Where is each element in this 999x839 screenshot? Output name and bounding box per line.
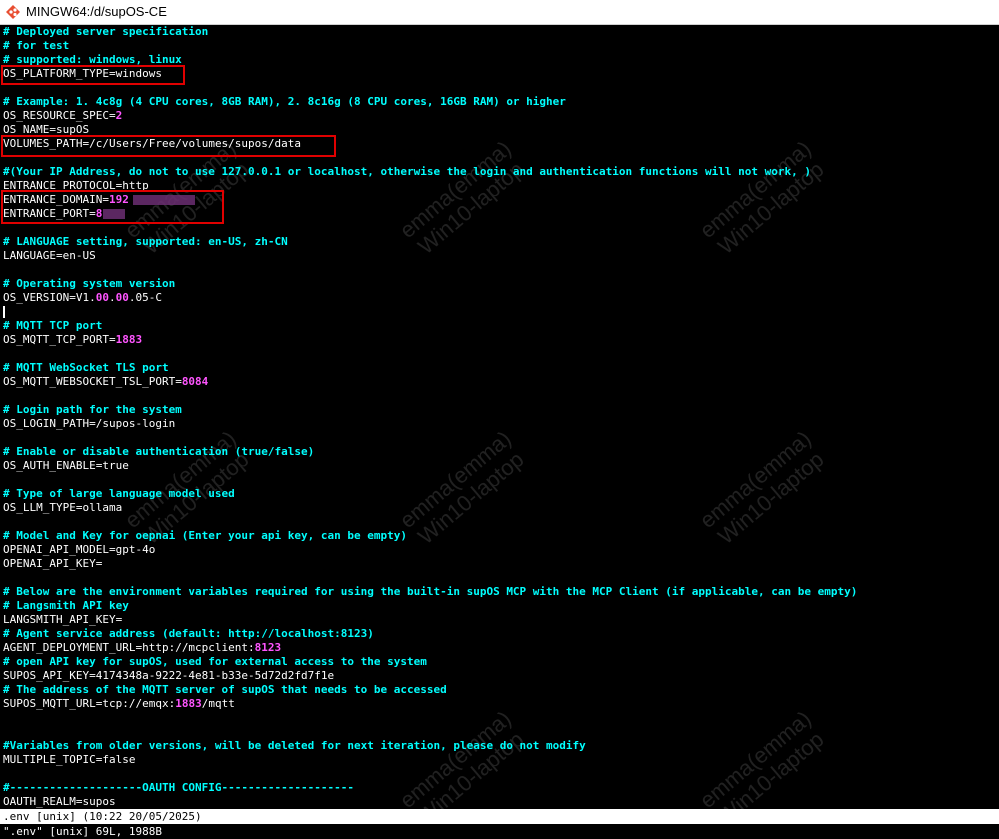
comment-line: #(Your IP Address, do not to use 127.0.0…	[3, 165, 811, 178]
comment-line: #--------------------OAUTH CONFIG-------…	[3, 781, 354, 794]
message-line: ".env" [unix] 69L, 1988B	[0, 824, 999, 839]
env-line-oauth-realm: OAUTH_REALM=supos	[3, 795, 116, 808]
comment-line: # The address of the MQTT server of supO…	[3, 683, 447, 696]
comment-line: # Langsmith API key	[3, 599, 129, 612]
env-line-language: LANGUAGE=en-US	[3, 249, 96, 262]
watermark: emma(emma) Win10-laptop	[694, 135, 829, 260]
highlight-box-platform	[1, 65, 185, 85]
env-line-os-resource-spec: OS_RESOURCE_SPEC=2	[3, 109, 123, 122]
env-line-os-auth-enable: OS_AUTH_ENABLE=true	[3, 459, 129, 472]
env-line-os-version: OS_VERSION=V1.00.00.05-C	[3, 291, 162, 304]
highlight-box-entrance	[1, 190, 224, 224]
git-bash-icon	[6, 5, 20, 19]
comment-line: # Model and Key for oepnai (Enter your a…	[3, 529, 407, 542]
comment-line: # Operating system version	[3, 277, 176, 290]
comment-line: # Below are the environment variables re…	[3, 585, 858, 598]
watermark: emma(emma) Win10-laptop	[394, 705, 529, 809]
comment-line: # Enable or disable authentication (true…	[3, 445, 315, 458]
env-line-langsmith-api-key: LANGSMITH_API_KEY=	[3, 613, 123, 626]
env-line-openai-api-model: OPENAI_API_MODEL=gpt-4o	[3, 543, 156, 556]
comment-line: #Variables from older versions, will be …	[3, 739, 586, 752]
comment-line: # Agent service address (default: http:/…	[3, 627, 374, 640]
terminal-editor[interactable]: emma(emma) Win10-laptop emma(emma) Win10…	[0, 25, 999, 809]
env-line-os-login-path: OS_LOGIN_PATH=/supos-login	[3, 417, 176, 430]
comment-line: # Login path for the system	[3, 403, 182, 416]
comment-line: # Type of large language model used	[3, 487, 235, 500]
status-line: .env [unix] (10:22 20/05/2025)	[0, 809, 999, 824]
env-line-os-llm-type: OS_LLM_TYPE=ollama	[3, 501, 123, 514]
comment-line: # MQTT TCP port	[3, 319, 103, 332]
env-line-agent-deployment-url: AGENT_DEPLOYMENT_URL=http://mcpclient:81…	[3, 641, 282, 654]
comment-line: # open API key for supOS, used for exter…	[3, 655, 427, 668]
comment-line: # LANGUAGE setting, supported: en-US, zh…	[3, 235, 288, 248]
title-bar: MINGW64:/d/supOS-CE	[0, 0, 999, 25]
env-line-os-mqtt-tcp-port: OS_MQTT_TCP_PORT=1883	[3, 333, 143, 346]
highlight-box-volumes	[1, 135, 336, 157]
env-line-supos-mqtt-url: SUPOS_MQTT_URL=tcp://emqx:1883/mqtt	[3, 697, 235, 710]
comment-line: # for test	[3, 39, 70, 52]
comment-line: # MQTT WebSocket TLS port	[3, 361, 169, 374]
watermark: emma(emma) Win10-laptop	[694, 425, 829, 550]
watermark: emma(emma) Win10-laptop	[694, 705, 829, 809]
env-line-supos-api-key: SUPOS_API_KEY=4174348a-9222-4e81-b33e-5d…	[3, 669, 335, 682]
comment-line: # Deployed server specification	[3, 25, 209, 38]
comment-line: # Example: 1. 4c8g (4 CPU cores, 8GB RAM…	[3, 95, 566, 108]
env-line-os-mqtt-websocket-tsl-port: OS_MQTT_WEBSOCKET_TSL_PORT=8084	[3, 375, 209, 388]
text-cursor	[3, 306, 5, 318]
watermark: emma(emma) Win10-laptop	[394, 425, 529, 550]
env-line-multiple-topic: MULTIPLE_TOPIC=false	[3, 753, 136, 766]
watermark: emma(emma) Win10-laptop	[394, 135, 529, 260]
env-line-openai-api-key: OPENAI_API_KEY=	[3, 557, 103, 570]
window-title: MINGW64:/d/supOS-CE	[26, 4, 167, 19]
